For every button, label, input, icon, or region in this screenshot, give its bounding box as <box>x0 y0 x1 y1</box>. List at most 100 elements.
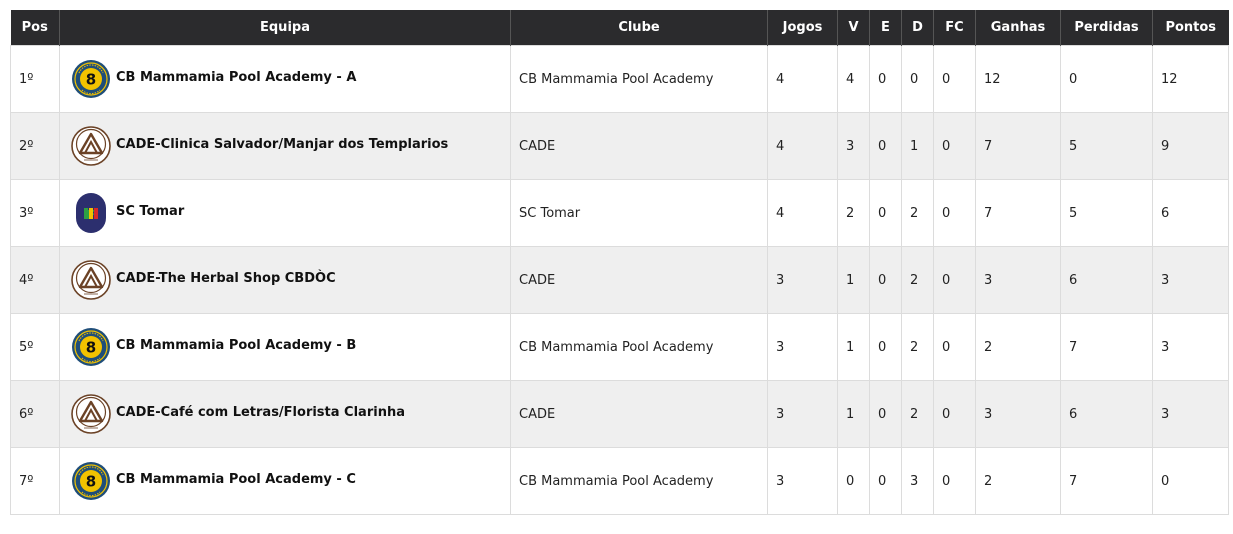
cell-equipa: CADE-Clinica Salvador/Manjar dos Templar… <box>59 112 511 180</box>
cell-e: 0 <box>869 313 902 381</box>
table-row: 6º CADE-Café com Letras/Florista Clarinh… <box>10 380 1229 448</box>
mammamia-8-ball-logo-icon: 8 <box>71 327 111 367</box>
cell-ganhas: 7 <box>975 112 1061 180</box>
cell-clube: CADE <box>510 112 768 180</box>
cell-perdidas: 7 <box>1060 313 1153 381</box>
cell-ganhas: 7 <box>975 179 1061 247</box>
svg-text:8: 8 <box>86 339 96 357</box>
header-perdidas[interactable]: Perdidas <box>1060 10 1153 46</box>
cell-jogos: 4 <box>767 45 838 113</box>
team-cell[interactable]: 8 CB Mammamia Pool Academy - C <box>68 461 502 501</box>
standings-table-container: Pos Equipa Clube Jogos V E D FC Ganhas P… <box>10 10 1229 515</box>
header-e[interactable]: E <box>869 10 902 46</box>
cell-d: 2 <box>901 246 934 314</box>
cell-pos: 1º <box>10 45 60 113</box>
cell-perdidas: 0 <box>1060 45 1153 113</box>
team-name[interactable]: CB Mammamia Pool Academy - C <box>116 472 356 487</box>
team-cell[interactable]: 8 CB Mammamia Pool Academy - A <box>68 59 502 99</box>
cell-fc: 0 <box>933 380 976 448</box>
cell-d: 2 <box>901 380 934 448</box>
cell-equipa: F SC Tomar <box>59 179 511 247</box>
team-name[interactable]: CADE-The Herbal Shop CBDÒC <box>116 271 336 286</box>
header-pontos[interactable]: Pontos <box>1152 10 1229 46</box>
cell-equipa: 8 CB Mammamia Pool Academy - A <box>59 45 511 113</box>
team-name[interactable]: CB Mammamia Pool Academy - B <box>116 338 356 353</box>
team-cell[interactable]: CADE-Café com Letras/Florista Clarinha <box>68 394 502 434</box>
cell-pontos: 6 <box>1152 179 1229 247</box>
svg-text:8: 8 <box>86 473 96 491</box>
table-row: 3º F SC TomarSC Tomar42020756 <box>10 179 1229 247</box>
team-cell[interactable]: F SC Tomar <box>68 193 502 233</box>
cell-d: 3 <box>901 447 934 515</box>
table-row: 5º 8 CB Mammamia Pool Academy - B CB Mamm… <box>10 313 1229 381</box>
cell-clube: SC Tomar <box>510 179 768 247</box>
cell-d: 0 <box>901 45 934 113</box>
cell-clube: CB Mammamia Pool Academy <box>510 45 768 113</box>
table-row: 7º 8 CB Mammamia Pool Academy - C CB Mamm… <box>10 447 1229 515</box>
cell-jogos: 3 <box>767 380 838 448</box>
cell-pos: 5º <box>10 313 60 381</box>
team-name[interactable]: CADE-Café com Letras/Florista Clarinha <box>116 405 405 420</box>
header-clube[interactable]: Clube <box>510 10 768 46</box>
header-v[interactable]: V <box>837 10 870 46</box>
standings-body: 1º 8 CB Mammamia Pool Academy - A CB Mamm… <box>10 45 1229 515</box>
team-name[interactable]: CADE-Clinica Salvador/Manjar dos Templar… <box>116 137 448 152</box>
header-pos[interactable]: Pos <box>10 10 60 46</box>
cell-perdidas: 5 <box>1060 112 1153 180</box>
table-row: 2º CADE-Clinica Salvador/Manjar dos Temp… <box>10 112 1229 180</box>
cell-e: 0 <box>869 447 902 515</box>
header-equipa[interactable]: Equipa <box>59 10 511 46</box>
cell-equipa: CADE-Café com Letras/Florista Clarinha <box>59 380 511 448</box>
team-cell[interactable]: CADE-The Herbal Shop CBDÒC <box>68 260 502 300</box>
cell-v: 2 <box>837 179 870 247</box>
cell-ganhas: 2 <box>975 447 1061 515</box>
team-cell[interactable]: CADE-Clinica Salvador/Manjar dos Templar… <box>68 126 502 166</box>
cell-clube: CB Mammamia Pool Academy <box>510 313 768 381</box>
cell-pontos: 3 <box>1152 313 1229 381</box>
cell-fc: 0 <box>933 447 976 515</box>
cell-v: 1 <box>837 380 870 448</box>
cell-pontos: 0 <box>1152 447 1229 515</box>
standings-table: Pos Equipa Clube Jogos V E D FC Ganhas P… <box>10 10 1229 515</box>
svg-text:8: 8 <box>86 71 96 89</box>
header-fc[interactable]: FC <box>933 10 976 46</box>
cell-fc: 0 <box>933 246 976 314</box>
cell-jogos: 3 <box>767 246 838 314</box>
cell-fc: 0 <box>933 45 976 113</box>
cell-pos: 6º <box>10 380 60 448</box>
header-jogos[interactable]: Jogos <box>767 10 838 46</box>
cell-perdidas: 6 <box>1060 380 1153 448</box>
team-name[interactable]: CB Mammamia Pool Academy - A <box>116 70 356 85</box>
cade-logo-icon <box>71 260 111 300</box>
cell-jogos: 4 <box>767 179 838 247</box>
team-cell[interactable]: 8 CB Mammamia Pool Academy - B <box>68 327 502 367</box>
cade-logo-icon <box>71 126 111 166</box>
cell-e: 0 <box>869 246 902 314</box>
cell-ganhas: 12 <box>975 45 1061 113</box>
cell-perdidas: 6 <box>1060 246 1153 314</box>
cell-fc: 0 <box>933 313 976 381</box>
mammamia-8-ball-logo-icon: 8 <box>71 59 111 99</box>
cell-pontos: 3 <box>1152 380 1229 448</box>
cell-jogos: 3 <box>767 313 838 381</box>
cell-e: 0 <box>869 179 902 247</box>
cell-equipa: 8 CB Mammamia Pool Academy - C <box>59 447 511 515</box>
cell-pos: 7º <box>10 447 60 515</box>
cell-v: 1 <box>837 313 870 381</box>
cell-perdidas: 5 <box>1060 179 1153 247</box>
cell-pos: 4º <box>10 246 60 314</box>
cell-equipa: 8 CB Mammamia Pool Academy - B <box>59 313 511 381</box>
cell-pontos: 9 <box>1152 112 1229 180</box>
cell-ganhas: 3 <box>975 246 1061 314</box>
team-name[interactable]: SC Tomar <box>116 204 184 219</box>
cell-e: 0 <box>869 112 902 180</box>
cell-fc: 0 <box>933 112 976 180</box>
cell-e: 0 <box>869 380 902 448</box>
cell-e: 0 <box>869 45 902 113</box>
header-d[interactable]: D <box>901 10 934 46</box>
cell-v: 3 <box>837 112 870 180</box>
cell-perdidas: 7 <box>1060 447 1153 515</box>
cell-clube: CADE <box>510 246 768 314</box>
table-header-row: Pos Equipa Clube Jogos V E D FC Ganhas P… <box>10 10 1229 46</box>
header-ganhas[interactable]: Ganhas <box>975 10 1061 46</box>
